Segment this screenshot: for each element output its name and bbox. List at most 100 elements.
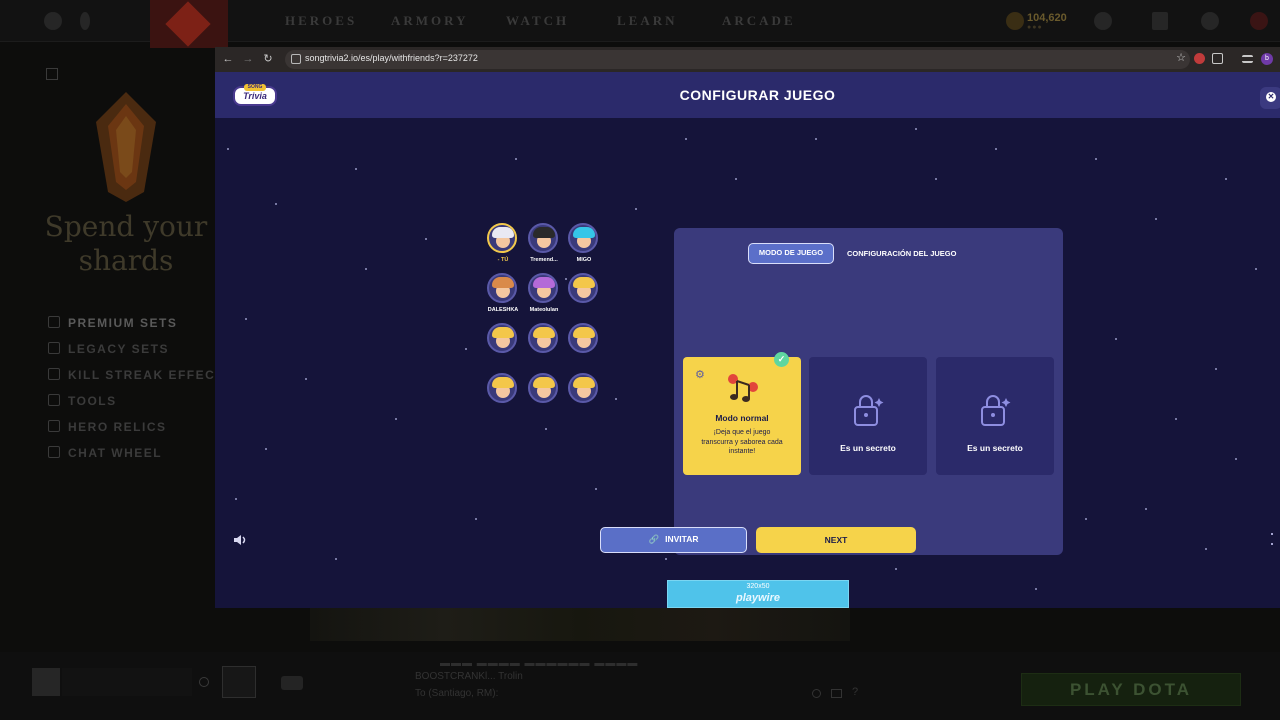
star-dot — [305, 378, 307, 380]
mode-card-secret-1[interactable]: Es un secreto — [809, 357, 927, 475]
star-dot — [1115, 338, 1117, 340]
mode-card-secret-2[interactable]: Es un secreto — [936, 357, 1054, 475]
empty-slot-avatar — [528, 323, 558, 353]
chat-icon[interactable] — [812, 689, 821, 698]
bookmark-star-icon[interactable]: ☆ — [1176, 51, 1186, 64]
mode-title: Modo normal — [715, 413, 769, 423]
star-dot — [685, 138, 687, 140]
star-dot — [1255, 268, 1257, 270]
star-dot — [395, 418, 397, 420]
player-name-area — [62, 668, 192, 696]
back-icon[interactable] — [80, 12, 90, 30]
sound-icon[interactable] — [233, 533, 249, 547]
page-title: CONFIGURAR JUEGO — [679, 87, 836, 103]
rank-icon[interactable] — [222, 666, 256, 698]
ad-banner[interactable]: 320x50 playwire — [667, 580, 849, 608]
shield-icon[interactable] — [1201, 12, 1219, 30]
star-dot — [1205, 548, 1207, 550]
star-dot — [235, 498, 237, 500]
shard-art — [96, 92, 156, 202]
empty-slot-avatar — [568, 373, 598, 403]
tab-game-mode[interactable]: MODO DE JUEGO — [748, 243, 834, 264]
menu-kill-streak[interactable]: KILL STREAK EFFECTS — [48, 368, 234, 382]
menu-icon[interactable] — [46, 68, 58, 80]
player-avatar — [528, 223, 558, 253]
mail-icon[interactable] — [831, 689, 842, 698]
play-dota-button[interactable]: PLAY DOTA — [1021, 673, 1241, 706]
player-avatar[interactable] — [32, 668, 60, 696]
news-line-1: ▬▬▬ ▬▬▬▬ ▬▬▬▬▬▬ ▬▬▬▬ — [440, 658, 639, 669]
menu-hero-relics[interactable]: HERO RELICS — [48, 420, 167, 434]
star-dot — [1145, 508, 1147, 510]
empty-slot-avatar — [568, 323, 598, 353]
nav-heroes[interactable]: HEROES — [285, 13, 357, 29]
player-avatar — [568, 223, 598, 253]
gear-icon[interactable]: ⚙ — [695, 369, 707, 381]
level-icon[interactable] — [1094, 12, 1112, 30]
menu-chat-wheel[interactable]: CHAT WHEEL — [48, 446, 162, 460]
nav-watch[interactable]: WATCH — [506, 13, 569, 29]
dota-logo[interactable] — [150, 0, 228, 48]
close-button[interactable]: ✕ — [1260, 87, 1280, 109]
star-dot — [665, 558, 667, 560]
player-avatar — [487, 223, 517, 253]
browser-popup: ← → ↻ songtrivia2.io/es/play/withfriends… — [215, 47, 1280, 608]
site-info-icon[interactable] — [291, 54, 301, 64]
nav-armory[interactable]: ARMORY — [391, 13, 468, 29]
star-dot — [1095, 158, 1097, 160]
back-arrow-icon[interactable]: ← — [221, 52, 235, 66]
gold-sub: ●●● — [1027, 24, 1043, 31]
mode-card-normal[interactable]: ⚙ ✓ Modo normal ¡Deja que el juego trans… — [683, 352, 801, 475]
lock-icon — [854, 395, 884, 426]
secret-label: Es un secreto — [967, 443, 1023, 453]
star-dot — [935, 178, 937, 180]
help-icon[interactable]: ? — [852, 686, 858, 698]
mode-description: ¡Deja que el juego transcurra y saborea … — [701, 429, 783, 455]
player-name: MIGO — [576, 257, 592, 263]
nav-learn[interactable]: LEARN — [617, 13, 678, 29]
reload-icon[interactable]: ↻ — [261, 52, 275, 66]
profile-avatar[interactable]: b — [1261, 53, 1273, 65]
star-dot — [915, 128, 917, 130]
star-dot — [995, 148, 997, 150]
game-topbar: HEROES ARMORY WATCH LEARN ARCADE 104,620… — [0, 0, 1280, 48]
star-dot — [565, 278, 567, 280]
player-avatar — [487, 273, 517, 303]
url-text: songtrivia2.io/es/play/withfriends?r=237… — [305, 53, 478, 63]
star-dot — [275, 203, 277, 205]
empty-slot-avatar — [487, 373, 517, 403]
menu-legacy-sets[interactable]: LEGACY SETS — [48, 342, 169, 356]
star-dot — [615, 398, 617, 400]
next-button[interactable]: NEXT — [756, 527, 916, 553]
star-dot — [355, 168, 357, 170]
star-dot — [465, 348, 467, 350]
nav-arcade[interactable]: ARCADE — [722, 13, 796, 29]
inventory-icon[interactable] — [1152, 12, 1168, 30]
party-icon[interactable] — [281, 676, 303, 690]
gold-icon — [1006, 12, 1024, 30]
extensions-puzzle-icon[interactable] — [1212, 53, 1223, 64]
star-dot — [1215, 368, 1217, 370]
browser-toolbar: ← → ↻ songtrivia2.io/es/play/withfriends… — [215, 47, 1280, 72]
invite-button[interactable]: 🔗 INVITAR — [600, 527, 747, 553]
forward-arrow-icon[interactable]: → — [241, 52, 255, 66]
status-icon[interactable] — [199, 677, 209, 687]
tab-game-config[interactable]: CONFIGURACIÓN DEL JUEGO — [847, 243, 977, 264]
star-dot — [735, 178, 737, 180]
star-dot — [425, 238, 427, 240]
menu-tools[interactable]: TOOLS — [48, 394, 117, 408]
star-dot — [245, 318, 247, 320]
star-dot — [635, 208, 637, 210]
empty-slot-avatar — [487, 323, 517, 353]
settings-icon[interactable] — [44, 12, 62, 30]
address-bar[interactable]: songtrivia2.io/es/play/withfriends?r=237… — [285, 50, 1190, 69]
extension-icon-1[interactable] — [1194, 53, 1205, 64]
power-icon[interactable] — [1250, 12, 1268, 30]
music-notes-icon — [728, 374, 758, 402]
star-dot — [1155, 218, 1157, 220]
promo-title: Spend your shards — [44, 210, 208, 277]
menu-premium-sets[interactable]: PREMIUM SETS — [48, 316, 177, 330]
secret-label: Es un secreto — [840, 443, 896, 453]
media-icon[interactable] — [1242, 55, 1253, 63]
more-icon[interactable] — [1270, 531, 1274, 547]
